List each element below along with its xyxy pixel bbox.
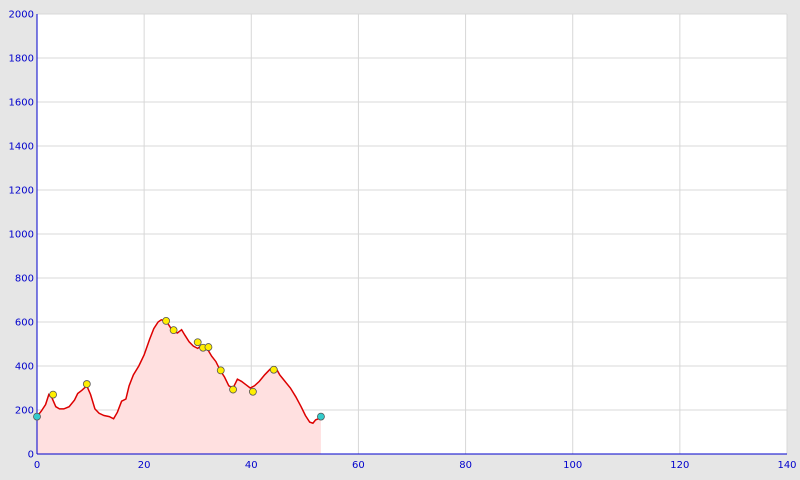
elevation-chart: 0 20 40 60 80 100 120 1400200400600800100012001… [0, 0, 800, 480]
y-tick-label: 400 [15, 362, 34, 373]
endpoint-marker [317, 412, 325, 421]
y-tick-label: 1800 [9, 54, 34, 65]
y-tick-label: 800 [15, 274, 34, 285]
x-tick-label: 60 [352, 460, 365, 471]
y-tick-label: 1000 [9, 230, 34, 241]
y-tick-label: 600 [15, 318, 34, 329]
y-tick-label: 1600 [9, 98, 34, 109]
waypoint-marker [193, 338, 202, 347]
x-tick-label: 20 [138, 460, 151, 471]
waypoint-marker [216, 366, 225, 375]
waypoint-marker [248, 387, 257, 396]
endpoint-marker [33, 412, 41, 421]
x-tick-label: 40 [245, 460, 258, 471]
waypoint-marker [229, 385, 237, 394]
waypoint-marker [169, 326, 178, 335]
y-tick-label: 2000 [9, 10, 34, 21]
x-tick-label: 100 [563, 460, 582, 471]
waypoint-marker [49, 390, 57, 399]
y-tick-label: 1400 [9, 142, 34, 153]
waypoint-marker [269, 365, 278, 374]
x-tick-label: 140 [777, 460, 796, 471]
y-tick-label: 1200 [9, 186, 34, 197]
waypoint-marker [204, 343, 213, 351]
waypoint-marker [82, 380, 91, 388]
x-tick-label: 120 [670, 460, 689, 471]
y-tick-label: 200 [15, 406, 34, 417]
y-tick-label: 0 [28, 450, 34, 461]
x-tick-label: 0 [34, 460, 40, 471]
waypoint-marker [162, 316, 171, 325]
x-tick-label: 80 [459, 460, 472, 471]
